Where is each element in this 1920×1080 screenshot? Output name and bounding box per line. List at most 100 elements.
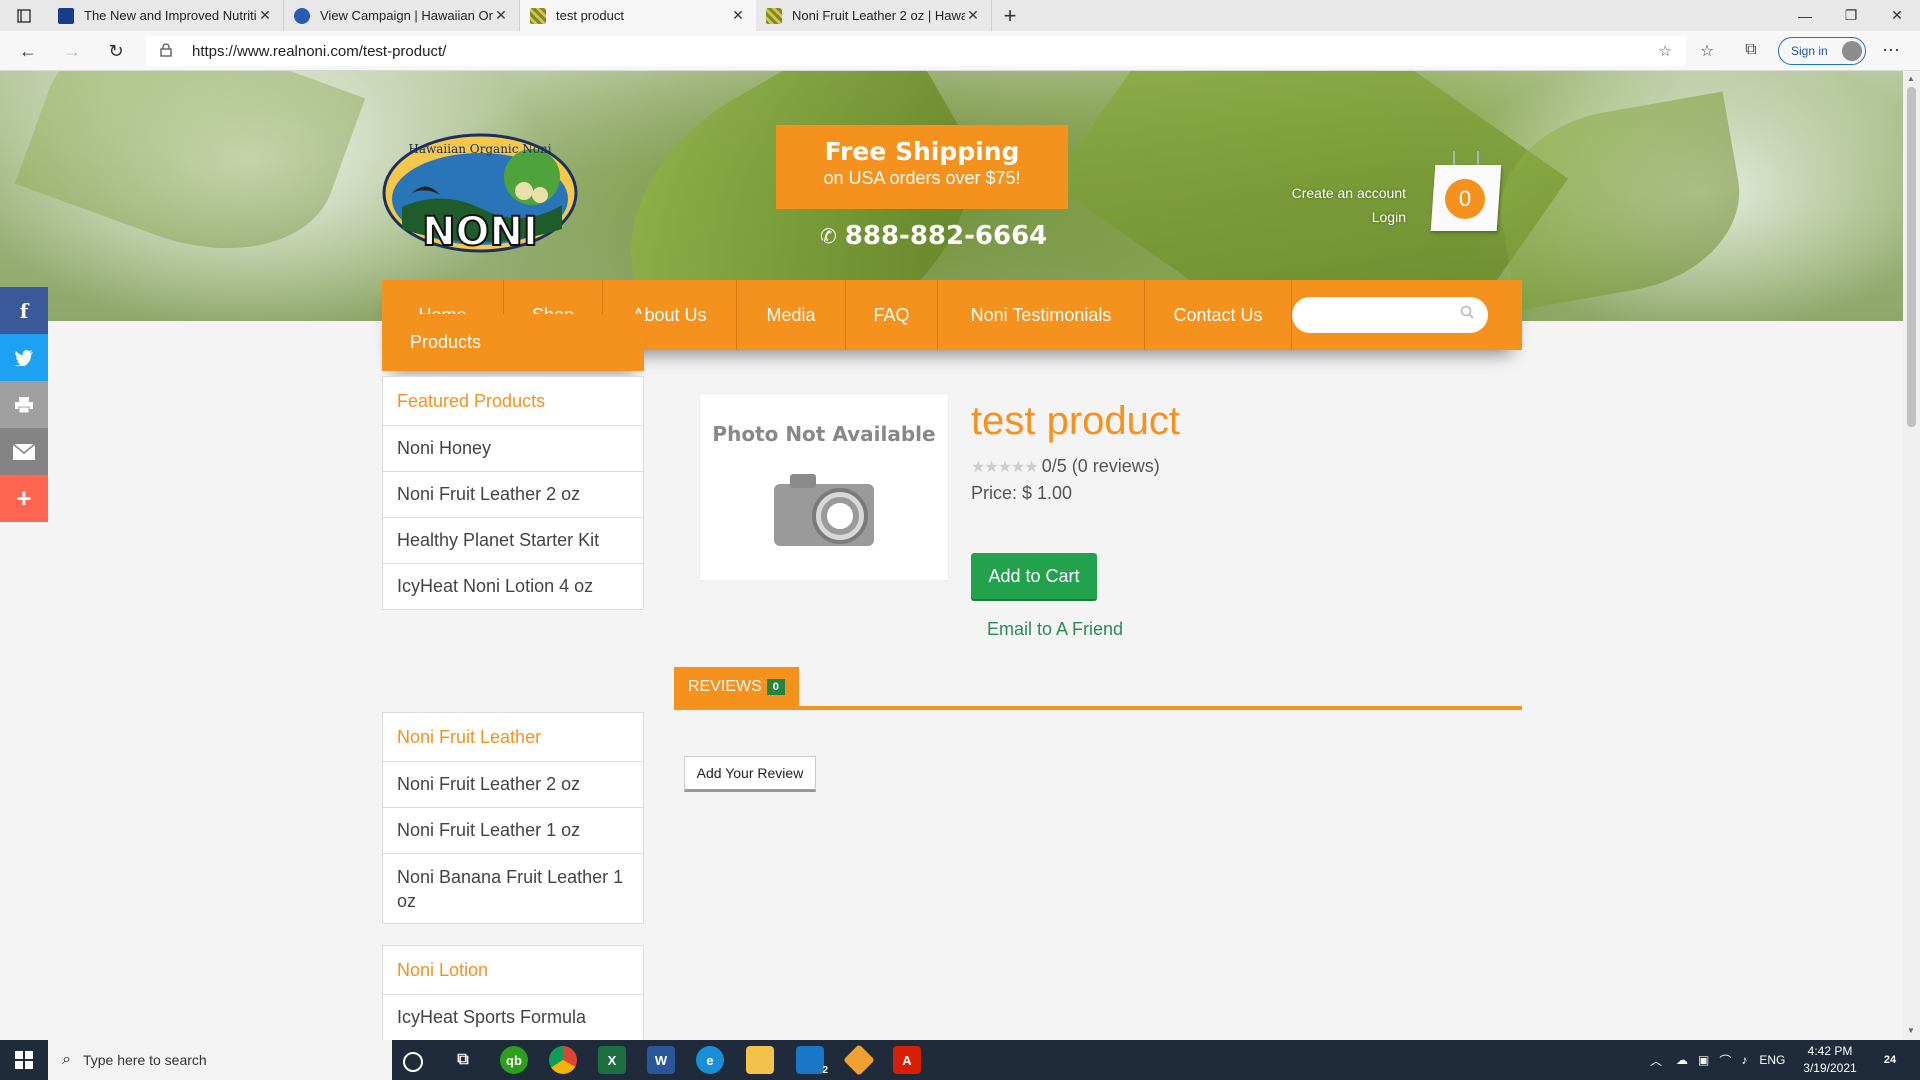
refresh-icon[interactable]: ↻ [104, 39, 128, 63]
sidebar-group-fruit-leather: Noni Fruit Leather Noni Fruit Leather 2 … [382, 712, 644, 924]
sidebar-item[interactable]: IcyHeat Noni Lotion 4 oz [382, 564, 644, 610]
email-to-friend-link[interactable]: Email to A Friend [987, 619, 1123, 640]
sticky-app-icon[interactable] [843, 1044, 875, 1076]
clock-date: 3/19/2021 [1803, 1061, 1857, 1075]
phone-icon: ✆ [820, 224, 837, 248]
notifications-icon[interactable]: 24 [1876, 1046, 1904, 1074]
tray-app-icon[interactable]: ▣ [1698, 1053, 1709, 1067]
excel-icon[interactable]: X [598, 1046, 626, 1074]
browser-tab[interactable]: Noni Fruit Leather 2 oz | Hawaiia ✕ [756, 0, 992, 31]
tab-favicon-icon [766, 7, 782, 24]
mail-badge: 2 [822, 1065, 828, 1076]
word-icon[interactable]: W [647, 1046, 675, 1074]
phone-number[interactable]: ✆ 888-882-6664 [820, 221, 1047, 251]
sidebar-item[interactable]: Noni Fruit Leather 2 oz [382, 762, 644, 808]
twitter-icon[interactable] [0, 334, 48, 381]
sign-in-button[interactable]: Sign in [1778, 37, 1866, 65]
sidebar-item[interactable]: Noni Fruit Leather 2 oz [382, 472, 644, 518]
system-tray: ︿ ☁ ▣ ⌒ ♪ ENG [1650, 1040, 1785, 1080]
print-icon[interactable] [0, 381, 48, 428]
close-tab-icon[interactable]: ✕ [730, 7, 746, 24]
add-review-button[interactable]: Add Your Review [684, 756, 816, 792]
close-window-icon[interactable]: ✕ [1874, 0, 1920, 31]
close-tab-icon[interactable]: ✕ [257, 7, 273, 24]
scroll-down-icon[interactable]: ▼ [1907, 1026, 1915, 1035]
sidebar-item[interactable]: Noni Banana Fruit Leather 1 oz [382, 854, 644, 924]
logo-wordmark: NONI [422, 209, 538, 253]
rating-text: 0/5 (0 reviews) [1041, 456, 1160, 476]
edge-icon[interactable]: e [696, 1046, 724, 1074]
tray-chevron-icon[interactable]: ︿ [1650, 1052, 1662, 1069]
site-search-input[interactable] [1292, 297, 1488, 333]
acrobat-icon[interactable]: A [893, 1046, 921, 1074]
facebook-icon[interactable]: f [0, 287, 48, 334]
system-clock[interactable]: 4:42 PM 3/19/2021 [1794, 1043, 1866, 1077]
address-bar[interactable]: https://www.realnoni.com/test-product/ ☆ [146, 36, 1686, 66]
rating-stars-icon: ★★★★★ [971, 458, 1039, 476]
mail-icon[interactable]: 2 [796, 1046, 828, 1076]
product-rating: ★★★★★ 0/5 (0 reviews) [971, 456, 1160, 477]
favorites-icon[interactable]: ☆ [1697, 41, 1717, 61]
sidebar-item[interactable]: Noni Honey [382, 426, 644, 472]
product-image-placeholder: Photo Not Available [699, 393, 949, 581]
forward-icon[interactable]: → [60, 39, 84, 63]
search-icon[interactable] [1460, 305, 1474, 322]
product-title: test product [971, 399, 1181, 443]
taskbar-search-input[interactable]: ⌕ Type here to search [48, 1040, 392, 1080]
collections-icon[interactable]: ⧉ [1741, 41, 1761, 59]
chrome-icon[interactable] [549, 1046, 577, 1074]
sidebar-item[interactable]: Healthy Planet Starter Kit [382, 518, 644, 564]
sidebar-category-featured[interactable]: Featured Products [382, 376, 644, 426]
cortana-icon[interactable] [403, 1052, 423, 1072]
browser-tab-active[interactable]: test product ✕ [520, 0, 756, 31]
nav-noni-testimonials[interactable]: Noni Testimonials [938, 280, 1145, 350]
nav-media[interactable]: Media [737, 280, 846, 350]
lock-icon[interactable] [160, 42, 180, 60]
back-icon[interactable]: ← [16, 39, 40, 63]
onedrive-icon[interactable]: ☁ [1676, 1053, 1688, 1067]
email-icon[interactable] [0, 428, 48, 475]
windows-start-icon[interactable] [0, 1040, 48, 1080]
page-scrollbar[interactable]: ▲ ▼ [1903, 71, 1920, 1040]
browser-tab[interactable]: View Campaign | Hawaiian Orga ✕ [284, 0, 520, 31]
network-icon[interactable]: ⌒ [1719, 1052, 1731, 1069]
quickbooks-icon[interactable]: qb [500, 1046, 528, 1074]
tab-favicon-icon [58, 7, 74, 24]
phone-text: 888-882-6664 [844, 221, 1048, 251]
add-favorite-icon[interactable]: ☆ [1659, 42, 1672, 60]
create-account-link[interactable]: Create an account [1240, 181, 1406, 205]
profile-avatar [1842, 41, 1862, 61]
browser-tab[interactable]: The New and Improved Nutrition ✕ [48, 0, 284, 31]
windows-taskbar: ⌕ Type here to search ⧉ qb X W e 2 A ︿ ☁… [0, 1040, 1920, 1080]
scroll-up-icon[interactable]: ▲ [1907, 74, 1915, 83]
minimize-icon[interactable]: — [1782, 0, 1828, 31]
close-tab-icon[interactable]: ✕ [965, 7, 981, 24]
social-share-bar: f + [0, 287, 48, 522]
login-link[interactable]: Login [1240, 205, 1406, 229]
new-tab-icon[interactable]: + [992, 0, 1028, 31]
file-explorer-icon[interactable] [746, 1046, 774, 1074]
task-view-icon[interactable]: ⧉ [449, 1046, 477, 1074]
url-text[interactable]: https://www.realnoni.com/test-product/ [192, 43, 446, 60]
page-viewport: NONI Hawaiian Organic Noni Free Shipping… [0, 71, 1903, 1040]
restore-icon[interactable]: ❐ [1828, 0, 1874, 31]
nav-contact-us[interactable]: Contact Us [1145, 280, 1292, 350]
nav-faq[interactable]: FAQ [846, 280, 938, 350]
more-share-icon[interactable]: + [0, 475, 48, 522]
sidebar-category-lotion[interactable]: Noni Lotion [382, 945, 644, 995]
sidebar-category-fruit-leather[interactable]: Noni Fruit Leather [382, 712, 644, 762]
tab-reviews[interactable]: REVIEWS 0 [674, 667, 799, 707]
sidebar-item[interactable]: Noni Fruit Leather 1 oz [382, 808, 644, 854]
close-tab-icon[interactable]: ✕ [493, 7, 509, 24]
add-to-cart-button[interactable]: Add to Cart [971, 553, 1097, 599]
shopping-bag-cart[interactable]: 0 [1430, 151, 1509, 235]
language-indicator[interactable]: ENG [1759, 1053, 1785, 1067]
address-toolbar: ← → ↻ https://www.realnoni.com/test-prod… [0, 31, 1920, 71]
scrollbar-thumb[interactable] [1907, 87, 1916, 427]
tab-actions-icon[interactable] [0, 0, 48, 31]
settings-more-icon[interactable]: ··· [1882, 39, 1900, 60]
sidebar-item[interactable]: IcyHeat Sports Formula [382, 995, 644, 1040]
volume-icon[interactable]: ♪ [1741, 1053, 1747, 1067]
browser-tab-bar: The New and Improved Nutrition ✕ View Ca… [0, 0, 1920, 31]
site-logo[interactable]: NONI Hawaiian Organic Noni [382, 129, 578, 256]
